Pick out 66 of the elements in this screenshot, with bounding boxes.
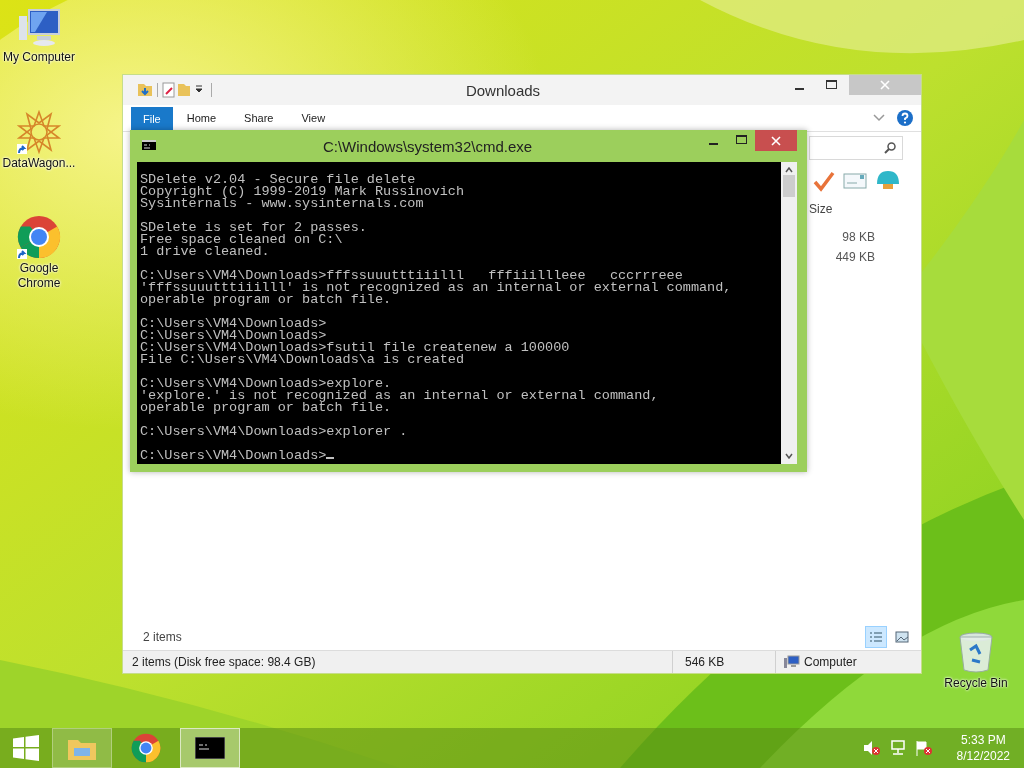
star-pattern-icon (17, 110, 61, 154)
ribbon-tab[interactable]: Share (230, 105, 288, 131)
scrollbar[interactable] (781, 162, 797, 464)
chrome-icon (131, 733, 161, 763)
console-icon (142, 140, 156, 150)
window-title: Downloads (464, 81, 542, 99)
window-title: C:\Windows\system32\cmd.exe (321, 137, 534, 155)
speaker-muted-icon[interactable] (862, 740, 881, 756)
console-line: SDelete v2.04 - Secure file delete (140, 172, 416, 187)
ribbon-tab[interactable]: View (287, 105, 340, 131)
console-line: C:\Users\VM4\Downloads> (140, 316, 327, 331)
console-line: operable program or batch file. (140, 292, 392, 307)
column-header[interactable]: Size (809, 192, 921, 216)
console-line: 'fffssuuutttiiilll' is not recognized as an internal or external command, (140, 280, 732, 295)
table-cell: 449 KB (835, 250, 875, 264)
scrollbar-thumb[interactable] (783, 175, 795, 197)
maximize-icon (825, 80, 837, 90)
minimize-icon (708, 142, 718, 145)
shell-icon[interactable] (875, 170, 901, 192)
taskbar-app-button[interactable] (180, 728, 240, 768)
search-field[interactable] (809, 136, 903, 160)
console-line: SDelete is set for 2 passes. (140, 220, 367, 235)
console-line: C:\Users\VM4\Downloads> (140, 448, 327, 463)
checkmark-icon[interactable] (813, 170, 835, 192)
status-size: 546 KB (672, 651, 775, 673)
console-line: C:\Users\VM4\Downloads> (140, 328, 327, 343)
flag-icon[interactable] (914, 740, 933, 756)
details-view-button[interactable] (865, 626, 887, 648)
console-line: C:\Users\VM4\Downloads>fsutil file createnew a 100000 (140, 340, 570, 355)
console-line: C:\Users\VM4\Downloads>explore. (140, 376, 392, 391)
list-icon (869, 631, 883, 643)
desktop-icon-label[interactable]: Google Chrome (0, 261, 78, 291)
close-icon (880, 80, 890, 90)
console-line: Copyright (C) 1999-2019 Mark Russinovich (140, 184, 465, 199)
envelope-icon[interactable] (843, 172, 867, 190)
maximize-icon (735, 135, 747, 145)
image-icon (895, 631, 909, 643)
desktop-icon-label[interactable]: Recycle Bin (944, 676, 1008, 691)
ribbon-tab[interactable]: File (131, 107, 173, 131)
desktop-icon-label[interactable]: DataWagon... (2, 156, 76, 171)
search-icon (884, 142, 896, 154)
computer-icon (17, 8, 61, 48)
desktop-icon-label[interactable]: My Computer (3, 50, 75, 65)
console-line: C:\Users\VM4\Downloads>explorer . (140, 424, 408, 439)
windows-logo-icon (13, 735, 39, 761)
ribbon-tab[interactable]: Home (172, 105, 231, 131)
scroll-down-icon[interactable] (785, 453, 793, 459)
scroll-up-icon[interactable] (785, 167, 793, 173)
status-location: Computer (804, 655, 857, 669)
console-icon (195, 737, 225, 759)
console-line: C:\Users\VM4\Downloads>fffssuuutttiiilll fffiiillleee cccrrreee (140, 268, 683, 283)
status-summary: 2 items (Disk free space: 98.4 GB) (131, 655, 317, 669)
chrome-icon (17, 215, 61, 259)
console-line: File C:\Users\VM4\Downloads\a is created (140, 352, 465, 367)
clock-date: 8/12/2022 (956, 748, 1010, 764)
computer-icon (784, 655, 800, 669)
item-count: 2 items (143, 630, 182, 644)
chevron-down-icon[interactable] (873, 114, 885, 122)
recycle-bin-icon (958, 632, 994, 674)
minimize-icon (794, 87, 804, 90)
table-cell: 98 KB (842, 230, 875, 244)
clock-time: 5:33 PM (960, 732, 1006, 748)
text-cursor (326, 457, 335, 459)
network-icon[interactable] (888, 740, 907, 756)
close-icon (771, 135, 781, 146)
help-icon[interactable] (897, 110, 913, 126)
